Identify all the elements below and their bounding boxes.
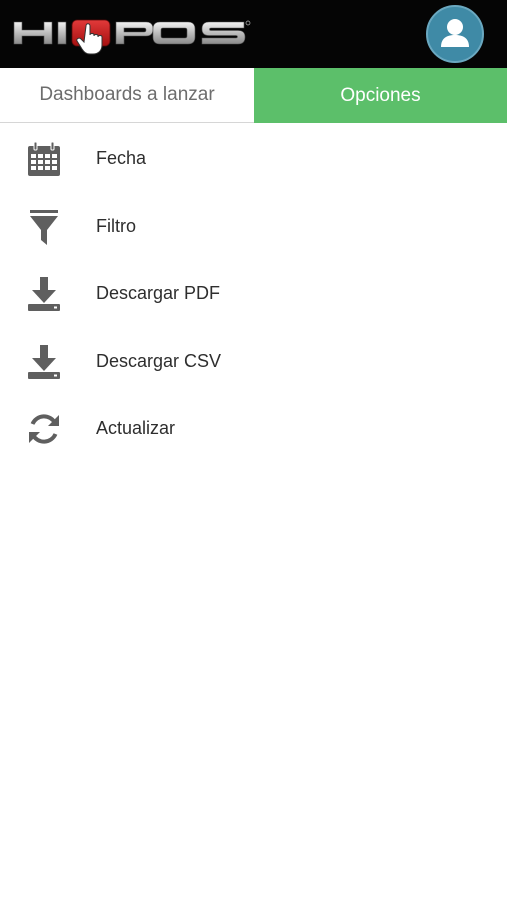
hipos-logo (12, 14, 252, 56)
tab-opciones[interactable]: Opciones (254, 68, 507, 123)
user-avatar-button[interactable] (426, 5, 484, 63)
menu-item-filtro[interactable]: Filtro (0, 191, 507, 259)
options-menu: Fecha Filtro Descargar PDF Descargar CSV… (0, 123, 507, 461)
app-root: Dashboards a lanzar Opciones Fecha Filtr… (0, 0, 507, 900)
menu-item-actualizar-label: Actualizar (96, 418, 176, 438)
menu-item-descargar-pdf-label: Descargar PDF (96, 283, 221, 303)
menu-item-fecha[interactable]: Fecha (0, 123, 507, 191)
menu-item-actualizar[interactable]: Actualizar (0, 393, 507, 461)
menu-item-filtro-label: Filtro (96, 215, 136, 236)
download-icon (28, 277, 60, 311)
app-header (0, 0, 507, 68)
refresh-icon (29, 414, 59, 444)
user-icon (441, 19, 469, 47)
tab-opciones-label: Opciones (340, 84, 421, 106)
menu-item-fecha-label: Fecha (96, 148, 147, 168)
funnel-icon (30, 209, 58, 245)
menu-item-descargar-csv-label: Descargar CSV (96, 350, 222, 371)
tab-dashboards-label: Dashboards a lanzar (39, 84, 215, 105)
calendar-icon (28, 141, 60, 176)
menu-item-descargar-pdf[interactable]: Descargar PDF (0, 258, 507, 326)
download-icon (28, 344, 60, 379)
menu-item-descargar-csv[interactable]: Descargar CSV (0, 326, 507, 394)
tab-dashboards[interactable]: Dashboards a lanzar (0, 68, 254, 123)
tab-bar: Dashboards a lanzar Opciones (0, 68, 507, 123)
